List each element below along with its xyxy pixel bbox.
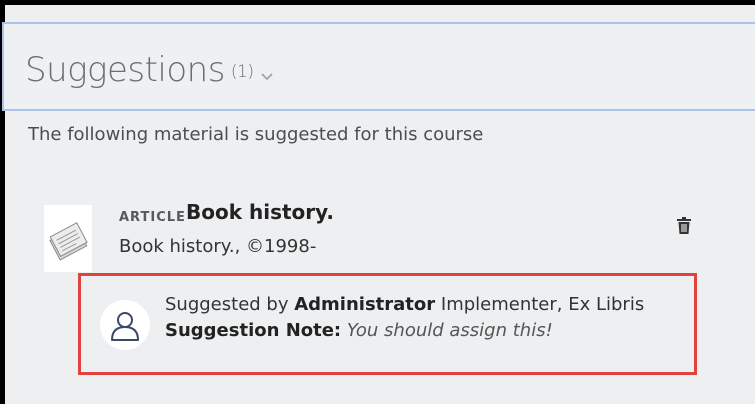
trash-icon[interactable]	[677, 217, 691, 235]
suggestion-note-text: You should assign this!	[346, 320, 553, 341]
suggestions-description: The following material is suggested for …	[28, 124, 484, 145]
suggested-by-prefix: Suggested by	[165, 294, 289, 315]
suggestions-count: (1)	[230, 61, 254, 82]
suggestions-title[interactable]: Suggestions (1)	[25, 50, 274, 92]
suggestion-details: Suggested by Administrator Implementer, …	[165, 292, 645, 344]
suggestion-note-label: Suggestion Note:	[165, 320, 342, 341]
article-paper-icon	[44, 205, 92, 272]
suggestion-note-line: Suggestion Note: You should assign this!	[165, 318, 645, 344]
suggested-by-line: Suggested by Administrator Implementer, …	[165, 292, 645, 318]
suggester-rest: Implementer, Ex Libris	[440, 294, 645, 315]
chevron-down-icon[interactable]	[260, 50, 274, 90]
suggester-first-name: Administrator	[294, 294, 436, 315]
item-citation: Book history., ©1998-	[119, 236, 317, 257]
suggestions-title-label: Suggestions	[25, 50, 225, 90]
user-icon	[100, 300, 150, 350]
item-type-badge: ARTICLE	[119, 210, 186, 225]
item-title-link[interactable]: Book history.	[186, 200, 334, 224]
